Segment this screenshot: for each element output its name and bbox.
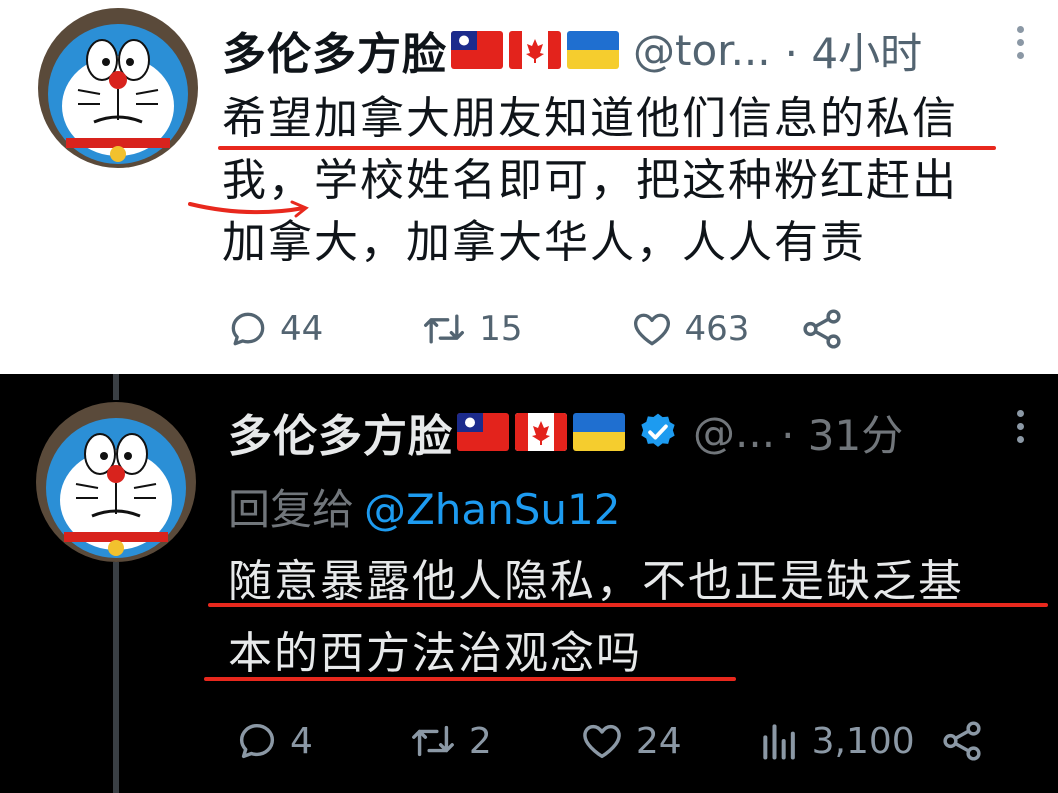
tweet-line: 我，学校姓名即可，把这种粉红赶出 (222, 155, 958, 206)
author-handle[interactable]: @tor... (633, 26, 771, 75)
tweet-line: 随意暴露他人隐私，不也正是缺乏基 (228, 556, 964, 607)
flag-taiwan-icon (451, 31, 503, 69)
like-count: 463 (684, 309, 750, 349)
flag-taiwan-icon (457, 413, 509, 451)
flag-ukraine-icon (567, 31, 619, 69)
annotation-underline (208, 603, 1048, 607)
tweet-header: 多伦多方脸 @tor... · 4小时 (222, 18, 922, 82)
retweet-icon (412, 725, 454, 757)
tweet-header: 多伦多方脸 @... · 31分 (228, 400, 903, 464)
tweet-line: 加拿大，加拿大华人，人人有责 (222, 217, 866, 268)
reply-button[interactable]: 44 (226, 307, 323, 351)
flag-canada-icon (515, 413, 567, 451)
tweet-actions: 4 2 24 3,100 (234, 718, 985, 764)
tweet-time[interactable]: · 4小时 (785, 20, 922, 81)
annotation-underline (218, 146, 996, 150)
tweet-actions: 44 15 463 (226, 306, 845, 352)
avatar[interactable] (36, 402, 196, 562)
reply-count: 44 (280, 309, 324, 349)
verified-icon (637, 411, 679, 453)
author-name[interactable]: 多伦多方脸 (228, 400, 453, 464)
like-count: 24 (635, 720, 682, 762)
reply-icon (231, 312, 265, 346)
flag-ukraine-icon (573, 413, 625, 451)
retweet-count: 15 (479, 309, 523, 349)
author-handle[interactable]: @... (693, 408, 775, 457)
views-icon (762, 724, 795, 760)
view-count: 3,100 (811, 720, 915, 762)
flag-canada-icon (509, 31, 561, 69)
tweet-top[interactable]: 多伦多方脸 @tor... · 4小时 希望加拿大朋友知道他们信息的私信 我，学… (0, 0, 1058, 374)
tweet-body: 随意暴露他人隐私，不也正是缺乏基 本的西方法治观念吗 (228, 546, 964, 690)
tweet-body: 希望加拿大朋友知道他们信息的私信 我，学校姓名即可，把这种粉红赶出 加拿大，加拿… (222, 88, 958, 274)
share-icon (803, 309, 842, 349)
reply-mention-link[interactable]: @ZhanSu12 (364, 485, 620, 534)
share-button[interactable] (799, 306, 845, 352)
reply-context: 回复给 @ZhanSu12 (228, 476, 621, 537)
avatar[interactable] (38, 8, 198, 168)
tweet-time[interactable]: · 31分 (781, 402, 903, 463)
flag-emojis (457, 413, 625, 451)
retweet-count: 2 (468, 720, 492, 762)
share-button[interactable] (939, 718, 985, 764)
reply-button[interactable]: 4 (234, 718, 313, 764)
author-name[interactable]: 多伦多方脸 (222, 18, 447, 82)
more-icon[interactable] (1015, 410, 1025, 443)
reply-count: 4 (290, 720, 313, 762)
tweet-line: 希望加拿大朋友知道他们信息的私信 (222, 93, 958, 144)
retweet-button[interactable]: 2 (407, 718, 492, 764)
retweet-button[interactable]: 15 (419, 307, 523, 351)
retweet-icon (424, 314, 465, 344)
flag-emojis (451, 31, 619, 69)
thread-line-top (113, 374, 119, 400)
annotation-underline (204, 677, 736, 681)
like-icon (583, 724, 621, 759)
like-button[interactable]: 24 (578, 718, 682, 764)
annotation-arrow (188, 200, 309, 218)
thread-line-bottom (113, 562, 119, 793)
more-icon[interactable] (1015, 26, 1025, 59)
reply-label: 回复给 (228, 485, 355, 534)
like-button[interactable]: 463 (629, 307, 750, 351)
like-icon (633, 313, 670, 346)
reply-icon (239, 723, 275, 759)
views-button[interactable]: 3,100 (758, 718, 915, 764)
tweet-bottom[interactable]: 多伦多方脸 @... · 31分 回复给 @ZhanSu12 随意暴露他人隐私，不… (0, 374, 1058, 793)
share-icon (943, 721, 981, 761)
